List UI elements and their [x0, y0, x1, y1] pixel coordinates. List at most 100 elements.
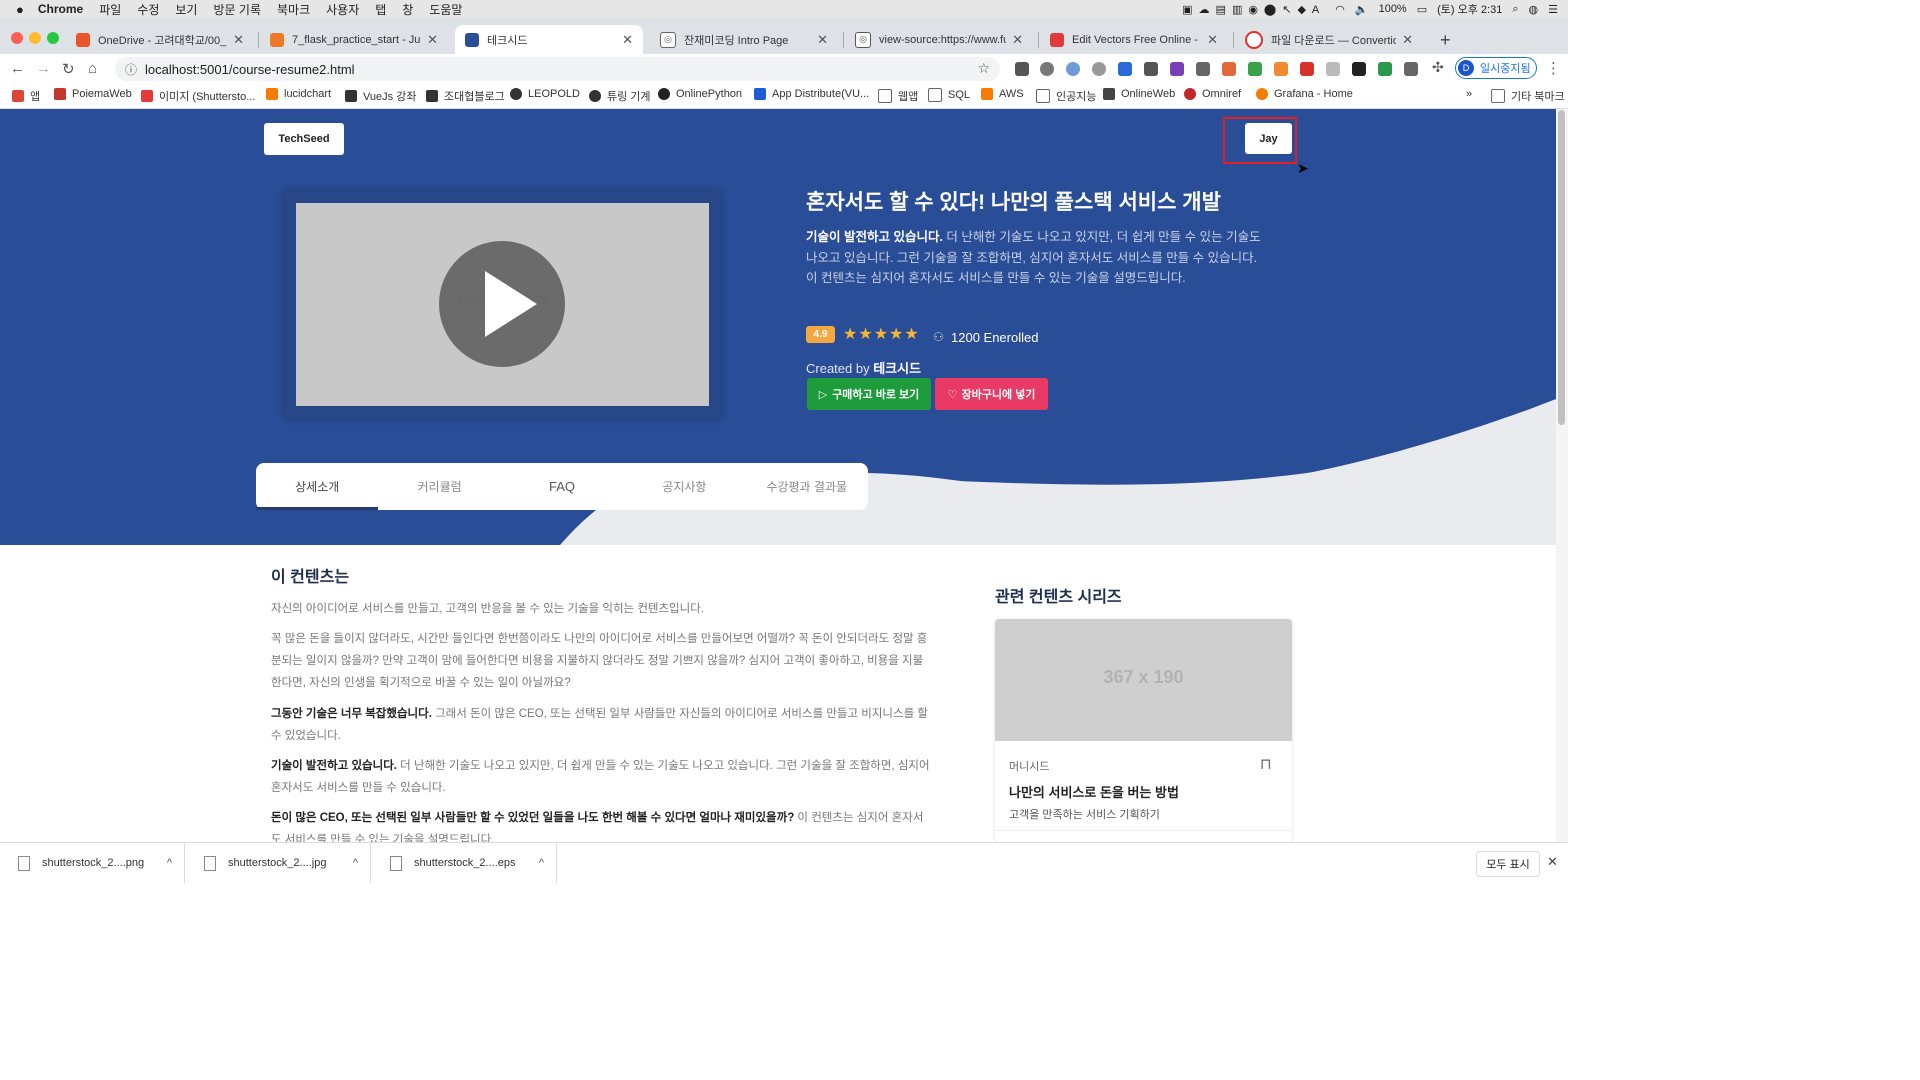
close-downloads-icon[interactable]: ✕: [1547, 854, 1558, 870]
browser-tab[interactable]: ◎ view-source:https://www.fun-c ✕: [845, 25, 1033, 54]
address-bar[interactable]: ⓘ localhost:5001/course-resume2.html ☆: [115, 57, 1000, 81]
close-tab-icon[interactable]: ✕: [1012, 32, 1023, 48]
extension-icon[interactable]: [1274, 62, 1288, 76]
bookmark-folder[interactable]: SQL: [928, 88, 970, 102]
bookmark-item[interactable]: LEOPOLD: [510, 88, 580, 100]
extension-icon[interactable]: [1170, 62, 1184, 76]
wifi-icon[interactable]: ◠: [1335, 3, 1345, 16]
tab-faq[interactable]: FAQ: [501, 463, 623, 510]
close-tab-icon[interactable]: ✕: [1207, 32, 1218, 48]
bookmark-item[interactable]: OnlinePython: [658, 88, 742, 100]
extension-icon[interactable]: [1248, 62, 1262, 76]
video-thumbnail[interactable]: 1350 x 600px: [296, 203, 709, 406]
show-all-downloads-button[interactable]: 모두 표시: [1476, 851, 1540, 877]
bookmark-item[interactable]: lucidchart: [266, 88, 331, 100]
related-card[interactable]: 367 x 190 머니시드 ⊓ 나만의 서비스로 돈을 버는 방법 고객을 만…: [995, 619, 1292, 842]
browser-tab[interactable]: ◎ 잔재미코딩 Intro Page ✕: [650, 25, 838, 54]
menu-view[interactable]: 보기: [175, 1, 197, 18]
url-text[interactable]: localhost:5001/course-resume2.html: [145, 62, 355, 77]
menu-people[interactable]: 사용자: [326, 1, 359, 18]
extension-icon[interactable]: [1066, 62, 1080, 76]
bookmark-folder[interactable]: 인공지능: [1036, 88, 1096, 104]
extension-icon[interactable]: [1300, 62, 1314, 76]
zoom-window-icon[interactable]: [47, 32, 59, 44]
extension-icon[interactable]: [1196, 62, 1210, 76]
siri-icon[interactable]: ◍: [1529, 3, 1539, 16]
control-center-icon[interactable]: ☰: [1548, 3, 1558, 16]
close-window-icon[interactable]: [11, 32, 23, 44]
bookmarks-overflow-button[interactable]: »: [1466, 88, 1472, 100]
bookmark-item[interactable]: 조대협블로그: [426, 88, 505, 104]
buy-now-button[interactable]: ▷ 구매하고 바로 보기: [807, 378, 931, 410]
tab-notices[interactable]: 공지사항: [623, 463, 745, 510]
extension-icon[interactable]: [1404, 62, 1418, 76]
extension-icon[interactable]: [1092, 62, 1106, 76]
home-icon[interactable]: ⌂: [88, 60, 97, 77]
bookmark-icon[interactable]: ⊓: [1260, 755, 1272, 773]
bookmark-apps[interactable]: 앱: [12, 88, 40, 104]
bookmark-item[interactable]: AWS: [981, 88, 1024, 100]
bookmark-item[interactable]: Omniref: [1184, 88, 1241, 100]
close-tab-icon[interactable]: ✕: [1402, 32, 1413, 48]
forward-icon[interactable]: →: [36, 60, 51, 77]
bookmark-item[interactable]: OnlineWeb: [1103, 88, 1175, 100]
chevron-up-icon[interactable]: ^: [167, 857, 172, 869]
menu-window[interactable]: 창: [402, 1, 413, 18]
extension-icon[interactable]: [1144, 62, 1158, 76]
extension-icon[interactable]: [1352, 62, 1366, 76]
browser-tab[interactable]: 7_flask_practice_start - Jupyte ✕: [260, 25, 448, 54]
brand-logo-button[interactable]: TechSeed: [264, 123, 344, 155]
tab-overview[interactable]: 상세소개: [256, 463, 379, 510]
chevron-up-icon[interactable]: ^: [539, 857, 544, 869]
chrome-menu-icon[interactable]: ⋮: [1546, 59, 1561, 77]
extension-icon[interactable]: [1326, 62, 1340, 76]
menu-file[interactable]: 파일: [99, 1, 121, 18]
extension-icon[interactable]: [1118, 62, 1132, 76]
browser-tab-active[interactable]: 테크시드 ✕: [455, 25, 643, 54]
clock[interactable]: (토) 오후 2:31: [1437, 1, 1502, 17]
new-tab-icon[interactable]: +: [1440, 30, 1451, 51]
search-icon[interactable]: ⌕: [1512, 3, 1518, 16]
minimize-window-icon[interactable]: [29, 32, 41, 44]
browser-tab[interactable]: Edit Vectors Free Online - Man ✕: [1040, 25, 1228, 54]
browser-tab[interactable]: 파일 다운로드 — Convertio ✕: [1235, 25, 1423, 54]
extension-icon[interactable]: [1378, 62, 1392, 76]
menu-edit[interactable]: 수정: [137, 1, 159, 18]
menu-help[interactable]: 도움말: [429, 1, 462, 18]
back-icon[interactable]: ←: [10, 60, 25, 77]
browser-tab[interactable]: OneDrive - 고려대학교/00_MainW ✕: [66, 25, 254, 54]
chevron-up-icon[interactable]: ^: [353, 857, 358, 869]
other-bookmarks-folder[interactable]: 기타 북마크: [1491, 88, 1565, 104]
site-info-icon[interactable]: ⓘ: [125, 61, 137, 78]
close-tab-icon[interactable]: ✕: [622, 32, 633, 48]
download-item[interactable]: shutterstock_2....eps ^: [372, 843, 557, 883]
reload-icon[interactable]: ↻: [62, 60, 75, 78]
menu-tab[interactable]: 탭: [375, 1, 386, 18]
bookmark-star-icon[interactable]: ☆: [977, 60, 990, 77]
apple-icon[interactable]: ●: [16, 2, 24, 17]
tab-curriculum[interactable]: 커리큘럼: [378, 463, 500, 510]
bookmark-item[interactable]: App Distribute(VU...: [754, 88, 869, 100]
close-tab-icon[interactable]: ✕: [233, 32, 244, 48]
extensions-puzzle-icon[interactable]: ✣: [1432, 59, 1444, 76]
bookmark-item[interactable]: Grafana - Home: [1256, 88, 1353, 100]
profile-button[interactable]: D 일시중지됨: [1455, 57, 1537, 79]
close-tab-icon[interactable]: ✕: [427, 32, 438, 48]
close-tab-icon[interactable]: ✕: [817, 32, 828, 48]
scrollbar-thumb[interactable]: [1558, 110, 1565, 425]
bookmark-item[interactable]: 튜링 기계: [589, 88, 651, 104]
bookmark-item[interactable]: VueJs 강좌: [345, 88, 416, 104]
battery-level[interactable]: 100%: [1379, 3, 1407, 15]
bookmark-folder[interactable]: 웹앱: [878, 88, 918, 104]
bookmark-item[interactable]: PoiemaWeb: [54, 88, 132, 100]
extension-icon[interactable]: [1015, 62, 1029, 76]
bookmark-item[interactable]: 이미지 (Shuttersto...: [141, 88, 255, 104]
menu-history[interactable]: 방문 기록: [213, 1, 261, 18]
volume-icon[interactable]: 🔈: [1355, 3, 1369, 16]
download-item[interactable]: shutterstock_2....png ^: [0, 843, 185, 883]
tab-reviews[interactable]: 수강평과 결과물: [746, 463, 868, 510]
menu-bookmarks[interactable]: 북마크: [277, 1, 310, 18]
add-to-cart-button[interactable]: ♡ 장바구니에 넣기: [935, 378, 1048, 410]
play-button[interactable]: [439, 241, 565, 367]
download-item[interactable]: shutterstock_2....jpg ^: [186, 843, 371, 883]
